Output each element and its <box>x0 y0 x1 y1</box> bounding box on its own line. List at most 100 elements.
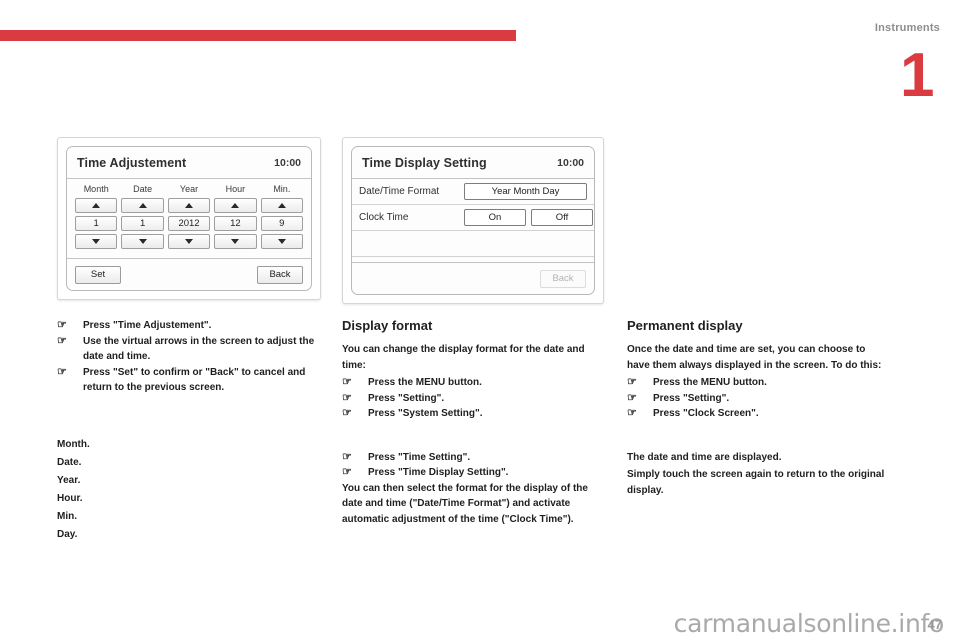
triangle-down-icon <box>185 239 194 244</box>
pointing-hand-icon: ☞ <box>627 391 637 404</box>
setting-row-clock-time: Clock Time On Off <box>352 205 594 231</box>
stepper-column-date: Date 1 <box>119 183 165 252</box>
list-item-text: Press "Time Setting". <box>368 451 471 463</box>
list-item: Year. <box>57 474 81 486</box>
screen-title: Time Display Setting <box>362 155 487 170</box>
setting-controls: Year Month Day <box>464 183 587 200</box>
screen-footer: Set Back <box>67 258 311 290</box>
stepper-up-min[interactable] <box>260 198 304 213</box>
stepper-up-year[interactable] <box>167 198 211 213</box>
header-rule <box>0 30 516 41</box>
stepper-label-min: Min. <box>273 184 291 194</box>
pointing-hand-icon: ☞ <box>342 450 352 463</box>
stepper-value-min[interactable]: 9 <box>260 216 304 231</box>
time-adjustment-screen: Time Adjustement 10:00 Month 1 Date 1 Ye… <box>66 146 312 291</box>
stepper-value-month[interactable]: 1 <box>75 216 118 231</box>
list-item: ☞ Press "Setting". <box>627 391 885 407</box>
screen-clock: 10:00 <box>557 156 584 169</box>
column-left: ☞ Press "Time Adjustement". ☞ Use the vi… <box>57 318 315 544</box>
list-item: Hour. <box>57 492 83 504</box>
section-heading-permanent-display: Permanent display <box>627 318 743 333</box>
pointing-hand-icon: ☞ <box>627 376 637 388</box>
triangle-up-icon <box>92 203 101 208</box>
page-section-title: Instruments <box>874 22 940 34</box>
list-item: ☞ Press "Setting". <box>342 391 600 407</box>
permanent-display-steps: ☞ Press the MENU button. ☞ Press "Settin… <box>627 375 885 422</box>
list-item-text: Press the MENU button. <box>653 377 767 388</box>
back-button[interactable]: Back <box>257 265 303 284</box>
list-item-text: Press "Setting". <box>653 392 730 404</box>
triangle-down-icon <box>231 239 240 244</box>
list-item: ☞ Press "Time Display Setting". <box>342 465 600 481</box>
left-instruction-list: ☞ Press "Time Adjustement". ☞ Use the vi… <box>57 318 315 396</box>
list-item-text: Press "Clock Screen". <box>653 408 759 419</box>
stepper-up-date[interactable] <box>121 198 164 213</box>
stepper-column-hour: Hour 12 <box>212 183 258 252</box>
list-item: ☞ Press "System Setting". <box>342 406 600 422</box>
pointing-hand-icon: ☞ <box>342 466 352 478</box>
stepper-up-month[interactable] <box>75 198 118 213</box>
display-format-steps-second: ☞ Press "Time Setting". ☞ Press "Time Di… <box>342 450 600 481</box>
list-item-text: Press "Time Display Setting". <box>368 467 509 478</box>
stepper-column-year: Year 2012 <box>166 183 212 252</box>
pointing-hand-icon: ☞ <box>342 376 352 388</box>
screen-footer: Back <box>352 262 594 294</box>
display-format-steps-first: ☞ Press the MENU button. ☞ Press "Settin… <box>342 375 600 422</box>
pointing-hand-icon: ☞ <box>57 334 67 347</box>
stepper-value-year[interactable]: 2012 <box>167 216 211 231</box>
triangle-up-icon <box>185 203 194 208</box>
triangle-up-icon <box>231 203 240 208</box>
clock-time-on-button[interactable]: On <box>464 209 526 226</box>
screen-title: Time Adjustement <box>77 155 187 170</box>
display-format-outro: You can then select the format for the d… <box>342 482 588 525</box>
column-middle: Display format You can change the displa… <box>342 318 600 529</box>
stepper-value-hour[interactable]: 12 <box>214 216 257 231</box>
list-item: Month. <box>57 438 90 450</box>
stepper-down-month[interactable] <box>75 234 118 249</box>
date-time-stepper-grid: Month 1 Date 1 Year 2012 Hour 12 Min. 9 <box>67 179 311 252</box>
stepper-down-year[interactable] <box>167 234 211 249</box>
stepper-down-date[interactable] <box>121 234 164 249</box>
setting-controls: On Off <box>464 209 593 226</box>
figure-time-display-setting: Time Display Setting 10:00 Date/Time For… <box>342 137 604 304</box>
triangle-up-icon <box>138 203 147 208</box>
stepper-column-min: Min. 9 <box>259 183 305 252</box>
date-time-format-value-button[interactable]: Year Month Day <box>464 183 587 200</box>
setting-row-empty <box>352 231 594 257</box>
list-item: Min. <box>57 510 77 522</box>
pointing-hand-icon: ☞ <box>342 391 352 404</box>
time-display-setting-screen: Time Display Setting 10:00 Date/Time For… <box>351 146 595 295</box>
clock-time-off-button[interactable]: Off <box>531 209 593 226</box>
list-item-text: Press "System Setting". <box>368 408 483 419</box>
column-right: Permanent display Once the date and time… <box>627 318 885 500</box>
stepper-label-hour: Hour <box>225 184 246 194</box>
list-item: ☞ Press the MENU button. <box>342 375 600 391</box>
pointing-hand-icon: ☞ <box>342 407 352 419</box>
pointing-hand-icon: ☞ <box>57 319 67 331</box>
list-item: ☞ Press "Set" to confirm or "Back" to ca… <box>57 365 315 396</box>
list-item-text: Use the virtual arrows in the screen to … <box>83 335 315 363</box>
list-item: ☞ Press "Clock Screen". <box>627 406 885 422</box>
pointing-hand-icon: ☞ <box>57 365 67 378</box>
list-item: ☞ Use the virtual arrows in the screen t… <box>57 334 315 365</box>
stepper-down-min[interactable] <box>260 234 304 249</box>
set-button[interactable]: Set <box>75 265 121 284</box>
list-item: Day. <box>57 528 78 540</box>
stepper-column-month: Month 1 <box>73 183 119 252</box>
chapter-number: 1 <box>900 41 935 110</box>
triangle-down-icon <box>138 239 147 244</box>
back-button[interactable]: Back <box>540 269 586 288</box>
permanent-display-outro-2: Simply touch the screen again to return … <box>627 469 885 496</box>
stepper-label-year: Year <box>179 184 199 194</box>
stepper-value-date[interactable]: 1 <box>121 216 164 231</box>
stepper-down-hour[interactable] <box>214 234 257 249</box>
stepper-up-hour[interactable] <box>214 198 257 213</box>
list-item-text: Press the MENU button. <box>368 377 482 388</box>
screen-clock: 10:00 <box>274 156 301 169</box>
triangle-down-icon <box>277 239 286 244</box>
triangle-up-icon <box>277 203 286 208</box>
list-item: Date. <box>57 456 82 468</box>
